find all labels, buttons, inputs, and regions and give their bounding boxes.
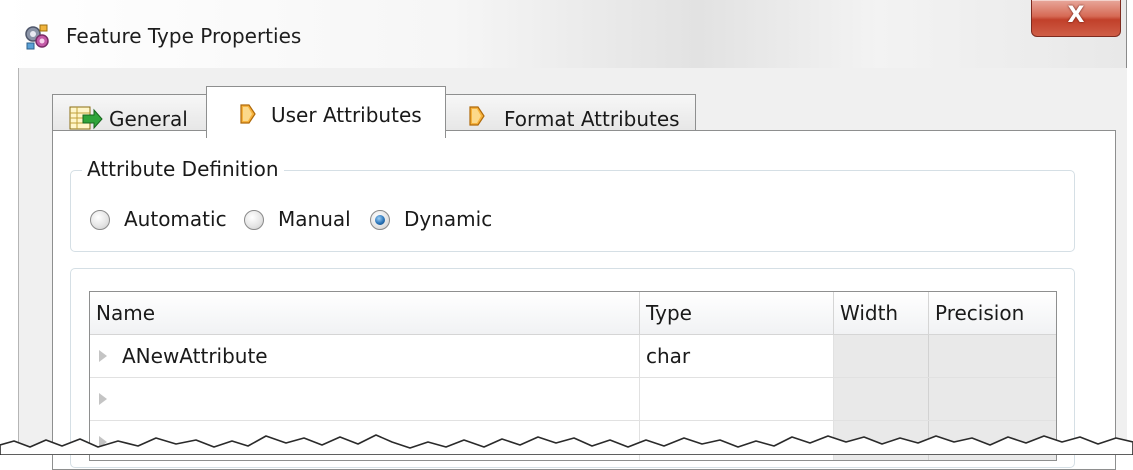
cell-name[interactable]: ANewAttribute (90, 335, 640, 377)
attribute-grid[interactable]: Name Type Width Precision ANewAttribute … (89, 291, 1057, 461)
column-header-width[interactable]: Width (834, 292, 929, 334)
cell-precision (929, 335, 1056, 377)
close-button[interactable]: X (1031, 0, 1121, 37)
radio-manual-button[interactable] (244, 210, 264, 230)
cell-name[interactable] (90, 378, 640, 420)
cell-width (834, 421, 929, 460)
table-row[interactable]: ANewAttribute char (90, 335, 1056, 378)
attribute-diamond-icon (468, 105, 486, 132)
cell-precision (929, 378, 1056, 420)
cell-width (834, 335, 929, 377)
cell-precision (929, 421, 1056, 460)
cell-type[interactable] (640, 378, 834, 420)
tab-general-label: General (109, 107, 188, 131)
title-bar[interactable]: Feature Type Properties X (0, 0, 1126, 68)
feature-type-gear-icon (22, 22, 52, 52)
radio-automatic-label[interactable]: Automatic (124, 207, 227, 231)
row-arrow-icon (99, 393, 107, 405)
cell-width (834, 378, 929, 420)
radio-manual-label[interactable]: Manual (278, 207, 351, 231)
row-arrow-icon (99, 350, 107, 362)
radio-automatic-button[interactable] (90, 210, 110, 230)
tab-user-attributes[interactable]: User Attributes (206, 86, 446, 138)
window-title: Feature Type Properties (66, 24, 302, 48)
column-header-name[interactable]: Name (90, 292, 640, 334)
cell-type[interactable]: char (640, 335, 834, 377)
attribute-diamond-icon (239, 103, 257, 130)
table-row[interactable] (90, 378, 1056, 421)
row-arrow-icon (99, 436, 107, 448)
tab-user-attributes-label: User Attributes (271, 103, 422, 127)
cell-name-text: ANewAttribute (122, 344, 268, 368)
feature-type-properties-dialog: Feature Type Properties X General User A… (0, 0, 1133, 470)
radio-dynamic-label[interactable]: Dynamic (404, 207, 492, 231)
table-row[interactable] (90, 421, 1056, 460)
close-icon: X (1067, 3, 1085, 28)
cell-name[interactable] (90, 421, 640, 460)
radio-dynamic-button[interactable] (370, 210, 390, 230)
cell-type[interactable] (640, 421, 834, 460)
column-header-type[interactable]: Type (640, 292, 834, 334)
attribute-definition-title: Attribute Definition (82, 157, 284, 181)
column-header-precision[interactable]: Precision (929, 292, 1056, 334)
tab-format-attributes-label: Format Attributes (504, 107, 680, 131)
grid-header: Name Type Width Precision (90, 292, 1056, 335)
